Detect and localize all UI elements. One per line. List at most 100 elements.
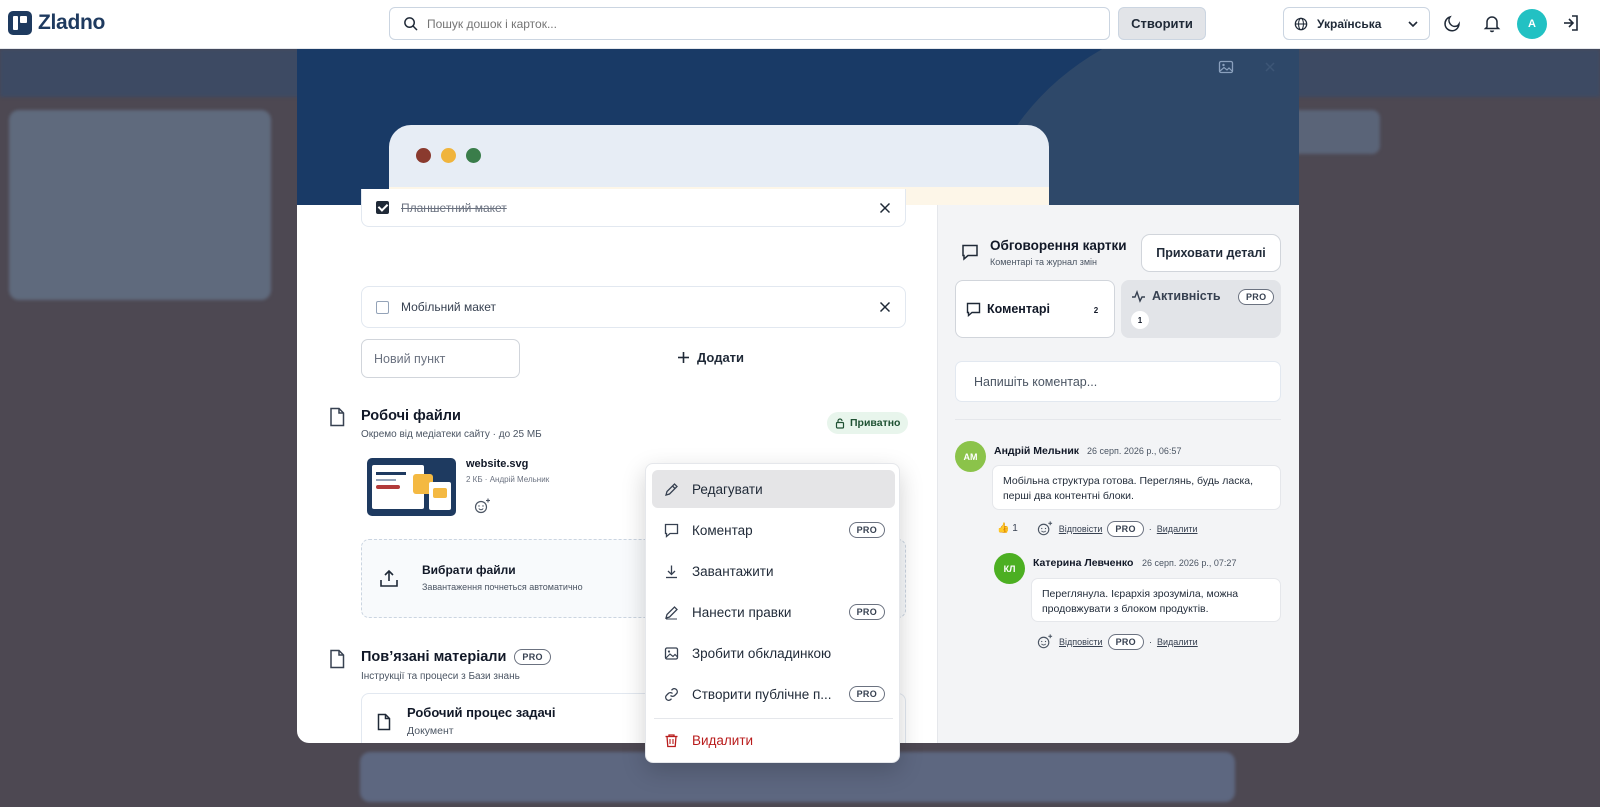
checkbox[interactable] (376, 300, 389, 314)
comment-icon (966, 302, 981, 317)
upload-title: Вибрати файли (422, 563, 516, 577)
pro-badge: PRO (848, 686, 885, 702)
search-bar[interactable] (389, 7, 1110, 40)
delete-link[interactable]: Видалити (1157, 637, 1198, 647)
logout-icon[interactable] (1561, 13, 1583, 35)
card-cover (297, 49, 1299, 205)
private-badge[interactable]: Приватно (827, 412, 909, 434)
pro-badge: PRO (1107, 633, 1144, 650)
separator-dot: · (1148, 636, 1152, 647)
change-cover-icon[interactable] (1218, 59, 1234, 75)
comment-author: Андрій Мельник (994, 445, 1080, 457)
pro-badge: PRO (848, 522, 885, 538)
menu-item-label: Нанести правки (692, 604, 792, 620)
activity-icon (1131, 289, 1146, 304)
link-icon (664, 687, 679, 702)
checklist-item[interactable]: Планшетний макет (361, 189, 906, 227)
delete-link[interactable]: Видалити (1157, 524, 1198, 534)
menu-item-label: Видалити (692, 732, 754, 748)
comment-date: 26 серп. 2026 р., 06:57 (1087, 446, 1182, 456)
chevron-down-icon (1407, 18, 1419, 30)
avatar[interactable]: АМ (955, 441, 986, 472)
language-select[interactable]: Українська (1283, 7, 1430, 40)
menu-item-label: Зробити обкладинкою (692, 645, 832, 661)
tab-activity-label: Активність (1152, 289, 1221, 303)
file-name[interactable]: website.svg (466, 458, 528, 470)
moon-icon[interactable] (1443, 13, 1465, 35)
file-icon (328, 649, 346, 669)
menu-item-delete[interactable]: Видалити (652, 721, 895, 759)
menu-item-edit[interactable]: Редагувати (652, 470, 895, 508)
comment-actions: Відповісти PRO · Видалити (1037, 633, 1198, 650)
discussion-title: Обговорення картки (990, 238, 1127, 253)
comment-input[interactable]: Напишіть коментар... (955, 361, 1281, 402)
checklist-item[interactable]: Мобільний макет (361, 286, 906, 328)
private-label: Приватно (850, 417, 901, 429)
count-badge: 1 (1131, 311, 1149, 329)
add-reaction-icon[interactable] (1037, 633, 1054, 650)
reaction-thumbs-up[interactable]: 👍 1 (997, 523, 1018, 534)
file-context-menu: Редагувати Коментар PRO Завантажити Нане… (645, 463, 900, 763)
chat-icon (961, 243, 979, 261)
add-reaction-icon[interactable] (1037, 520, 1054, 537)
upload-subtitle: Завантаження почнеться автоматично (422, 582, 583, 592)
reply-link[interactable]: Відповісти (1059, 524, 1103, 534)
menu-item-annotate[interactable]: Нанести правки PRO (652, 593, 895, 631)
add-reaction-icon[interactable] (474, 497, 492, 515)
tab-activity[interactable]: Активність PRO 1 (1121, 280, 1281, 338)
pencil-icon (664, 482, 679, 497)
divider (955, 419, 1281, 420)
add-item-label: Додати (697, 350, 745, 365)
user-avatar[interactable]: A (1517, 9, 1547, 39)
menu-item-comment[interactable]: Коментар PRO (652, 511, 895, 549)
work-files-subtitle: Окремо від медіатеки сайту · до 25 МБ (361, 429, 542, 440)
tab-comments-label: Коментарі (987, 302, 1051, 316)
pro-badge: PRO (1107, 520, 1144, 537)
bell-icon[interactable] (1482, 13, 1504, 35)
menu-item-download[interactable]: Завантажити (652, 552, 895, 590)
search-icon (403, 16, 418, 31)
menu-divider (654, 718, 893, 719)
top-bar: Zladno Створити Українська A (0, 0, 1600, 49)
related-subtitle: Інструкції та процеси з Бази знань (361, 671, 520, 682)
discussion-subtitle: Коментарі та журнал змін (990, 257, 1098, 267)
related-item-type: Документ (407, 725, 454, 737)
language-label: Українська (1317, 16, 1382, 31)
related-title-row: Пов’язані матеріали PRO (361, 649, 551, 665)
download-icon (664, 564, 679, 579)
logo-icon (8, 11, 32, 35)
close-icon[interactable] (879, 202, 891, 214)
close-icon[interactable] (879, 301, 891, 313)
menu-item-label: Завантажити (692, 563, 774, 579)
comment-date: 26 серп. 2026 р., 07:27 (1142, 558, 1237, 568)
checkbox-checked[interactable] (376, 201, 389, 214)
logo[interactable]: Zladno (8, 11, 105, 35)
plus-icon (677, 351, 690, 364)
new-item-input[interactable]: Новий пункт (361, 339, 520, 378)
count-badge: 2 (1087, 301, 1105, 319)
menu-item-public-link[interactable]: Створити публічне п... PRO (652, 675, 895, 713)
pro-badge: PRO (514, 649, 551, 665)
file-thumbnail[interactable] (367, 458, 456, 516)
hide-details-button[interactable]: Приховати деталі (1141, 234, 1281, 272)
comment-author: Катерина Левченко (1033, 557, 1134, 569)
window-dot (416, 148, 431, 163)
add-item-button[interactable]: Додати (677, 350, 744, 365)
search-input[interactable] (427, 16, 1109, 31)
separator-dot: · (1148, 523, 1152, 534)
menu-item-label: Редагувати (692, 481, 763, 497)
window-dot (466, 148, 481, 163)
window-dot (441, 148, 456, 163)
logo-text: Zladno (38, 11, 106, 34)
pro-badge: PRO (1238, 289, 1275, 305)
create-button[interactable]: Створити (1118, 7, 1206, 40)
avatar[interactable]: КЛ (994, 553, 1025, 584)
reply-link[interactable]: Відповісти (1059, 637, 1103, 647)
tab-comments[interactable]: Коментарі 2 (955, 280, 1115, 338)
comment-text: Мобільна структура готова. Переглянь, бу… (992, 465, 1281, 510)
trash-icon (664, 733, 679, 748)
menu-item-set-cover[interactable]: Зробити обкладинкою (652, 634, 895, 672)
file-icon (328, 407, 346, 427)
discussion-panel: Обговорення картки Коментарі та журнал з… (937, 205, 1299, 743)
close-modal-icon[interactable] (1262, 59, 1278, 75)
